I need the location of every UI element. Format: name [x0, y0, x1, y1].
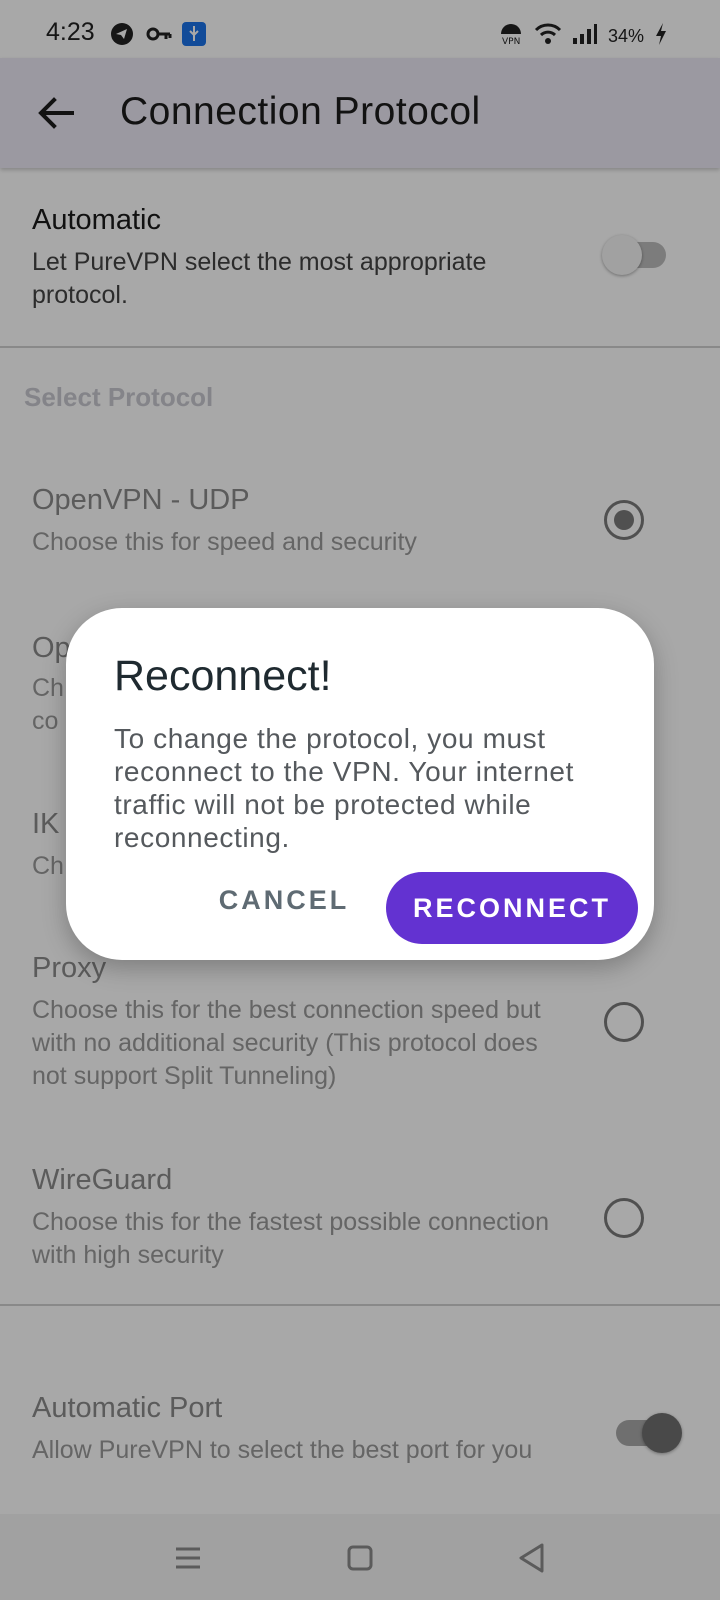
dialog-message: To change the protocol, you must reconne… [114, 723, 574, 853]
cancel-button[interactable]: CANCEL [214, 870, 354, 930]
reconnect-dialog: Reconnect! To change the protocol, you m… [66, 608, 654, 960]
app-screen: 4:23 VPN 34% Connection Protocol Automat… [0, 0, 720, 1600]
reconnect-button[interactable]: RECONNECT [386, 872, 638, 944]
dialog-title: Reconnect! [114, 652, 332, 700]
